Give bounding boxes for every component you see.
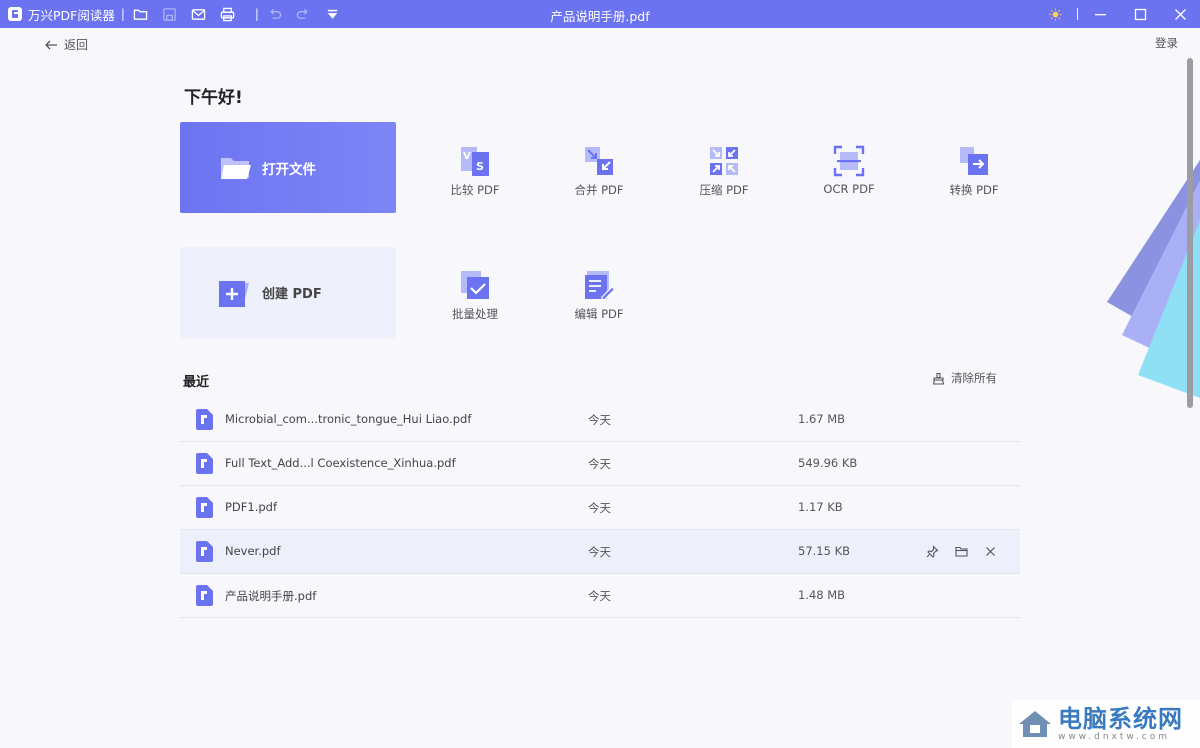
file-date: 今天 <box>588 501 611 515</box>
merge-pdf-label: 合并 PDF <box>574 183 624 197</box>
title-bar: 万兴PDF阅读器 | | 产品说明手册.pdf <box>0 0 1200 28</box>
arrow-left-icon <box>45 40 57 49</box>
minimize-icon[interactable] <box>1080 0 1120 28</box>
table-row[interactable]: Microbial_com...tronic_tongue_Hui Liao.p… <box>180 398 1020 442</box>
open-folder-icon <box>221 157 251 179</box>
table-row[interactable]: Full Text_Add...l Coexistence_Xinhua.pdf… <box>180 442 1020 486</box>
close-icon[interactable] <box>1160 0 1200 28</box>
back-button[interactable]: 返回 <box>44 36 88 53</box>
file-name: PDF1.pdf <box>225 500 278 514</box>
print-icon[interactable] <box>220 6 236 22</box>
batch-icon <box>461 271 489 299</box>
compress-icon <box>710 147 738 175</box>
convert-icon <box>960 147 988 175</box>
open-folder-icon[interactable] <box>953 543 969 559</box>
file-name: Microbial_com...tronic_tongue_Hui Liao.p… <box>225 412 472 426</box>
pdf-file-icon <box>196 497 213 518</box>
open-file-label: 打开文件 <box>262 161 316 178</box>
pin-icon[interactable] <box>924 543 940 559</box>
file-date: 今天 <box>588 545 611 559</box>
scrollbar[interactable] <box>1187 58 1193 408</box>
merge-icon <box>585 147 613 175</box>
file-date: 今天 <box>588 413 611 427</box>
file-date: 今天 <box>588 589 611 603</box>
save-icon[interactable] <box>162 6 178 22</box>
edit-pdf-label: 编辑 PDF <box>574 307 624 321</box>
file-size: 1.67 MB <box>798 412 846 426</box>
title-separator-2: | <box>254 7 259 21</box>
table-row[interactable]: PDF1.pdf 今天 1.17 KB <box>180 486 1020 530</box>
ocr-pdf-tool[interactable]: OCR PDF <box>804 144 894 196</box>
app-name: 万兴PDF阅读器 <box>28 7 115 23</box>
mail-icon[interactable] <box>191 6 207 22</box>
quick-access-dropdown-icon[interactable] <box>325 6 341 22</box>
ocr-scan-icon <box>833 145 865 177</box>
svg-text:S: S <box>476 160 484 173</box>
create-pdf-button[interactable]: 创建 PDF <box>180 247 396 338</box>
file-name: 产品说明手册.pdf <box>225 589 317 603</box>
svg-text:V: V <box>463 151 471 162</box>
redo-icon[interactable] <box>296 6 312 22</box>
window-controls <box>1035 0 1200 28</box>
back-label: 返回 <box>64 38 89 52</box>
merge-pdf-tool[interactable]: 合并 PDF <box>554 144 644 198</box>
title-separator: | <box>120 7 125 21</box>
remove-icon[interactable] <box>982 543 998 559</box>
create-pdf-label: 创建 PDF <box>262 287 322 302</box>
watermark-url: www.dnxtw.com <box>1058 732 1171 742</box>
compress-pdf-label: 压缩 PDF <box>699 183 749 197</box>
file-date: 今天 <box>588 457 611 471</box>
undo-icon[interactable] <box>267 6 283 22</box>
file-size: 1.17 KB <box>798 500 843 514</box>
app-logo-icon <box>8 7 22 21</box>
compare-pdf-label: 比较 PDF <box>450 183 500 197</box>
theme-sun-icon[interactable] <box>1035 0 1075 28</box>
file-size: 549.96 KB <box>798 456 858 470</box>
table-row[interactable]: Never.pdf 今天 57.15 KB <box>180 530 1020 574</box>
broom-icon <box>932 372 945 385</box>
greeting-heading: 下午好! <box>184 88 243 108</box>
document-title: 产品说明手册.pdf <box>550 9 650 24</box>
house-logo-icon <box>1019 711 1051 737</box>
file-size: 57.15 KB <box>798 544 851 558</box>
pdf-file-icon <box>196 541 213 562</box>
file-name: Full Text_Add...l Coexistence_Xinhua.pdf <box>225 456 456 470</box>
batch-process-tool[interactable]: 批量处理 <box>430 268 520 322</box>
maximize-icon[interactable] <box>1120 0 1160 28</box>
row-actions <box>924 543 1011 559</box>
clear-all-label: 清除所有 <box>951 371 997 385</box>
pdf-file-icon <box>196 585 213 606</box>
watermark-title: 电脑系统网 <box>1058 704 1183 733</box>
decorative-fan-graphic <box>1107 160 1200 398</box>
create-pdf-plus-icon <box>219 280 249 307</box>
login-button[interactable]: 登录 <box>1155 35 1178 51</box>
compare-icon: V S <box>461 147 489 176</box>
table-row[interactable]: 产品说明手册.pdf 今天 1.48 MB <box>180 574 1020 618</box>
file-name: Never.pdf <box>225 544 281 558</box>
file-size: 1.48 MB <box>798 588 846 602</box>
watermark: 电脑系统网 www.dnxtw.com <box>1012 700 1200 748</box>
window-controls-divider <box>1077 8 1078 20</box>
edit-pdf-tool[interactable]: 编辑 PDF <box>554 268 644 322</box>
batch-process-label: 批量处理 <box>452 307 498 321</box>
edit-icon <box>585 271 616 301</box>
clear-all-button[interactable]: 清除所有 <box>932 370 997 386</box>
pdf-file-icon <box>196 453 213 474</box>
pdf-file-icon <box>196 409 213 430</box>
recent-heading: 最近 <box>183 375 210 390</box>
open-file-button[interactable]: 打开文件 <box>180 122 396 213</box>
folder-icon[interactable] <box>133 6 149 22</box>
recent-file-list: Microbial_com...tronic_tongue_Hui Liao.p… <box>180 398 1020 618</box>
compress-pdf-tool[interactable]: 压缩 PDF <box>679 144 769 198</box>
convert-pdf-label: 转换 PDF <box>949 183 999 197</box>
convert-pdf-tool[interactable]: 转换 PDF <box>929 144 1019 198</box>
compare-pdf-tool[interactable]: V S 比较 PDF <box>430 144 520 198</box>
ocr-pdf-label: OCR PDF <box>823 182 875 196</box>
